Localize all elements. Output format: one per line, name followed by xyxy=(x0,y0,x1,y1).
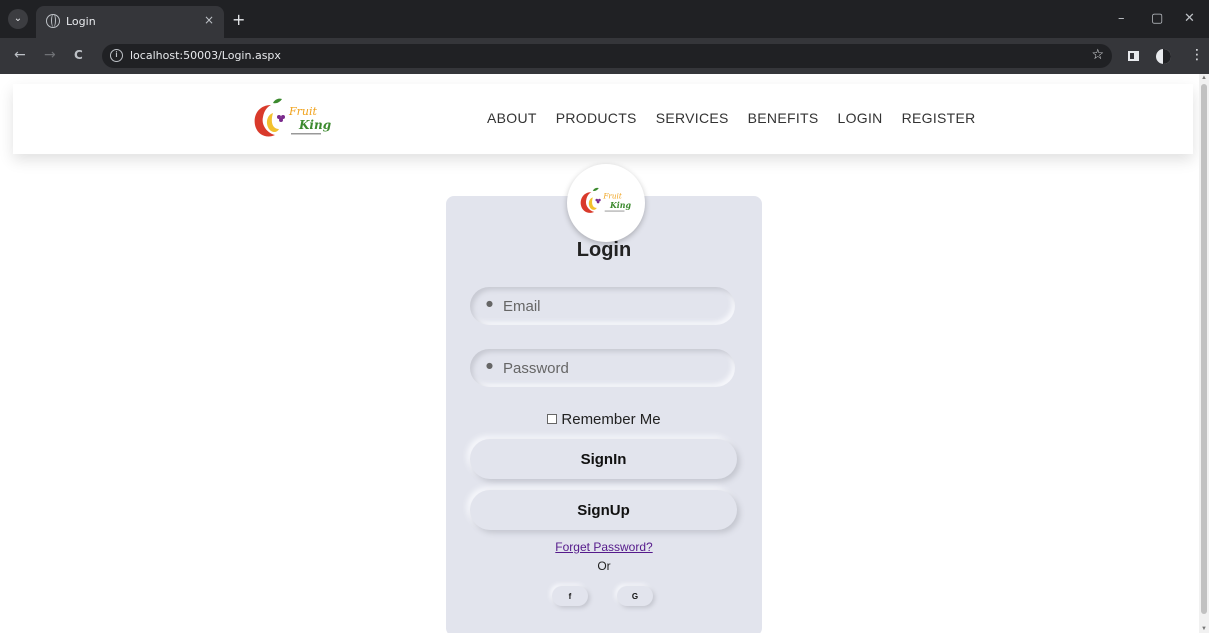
bookmark-star-icon[interactable]: ☆ xyxy=(1091,47,1104,63)
nav-register[interactable]: REGISTER xyxy=(902,110,976,126)
site-info-icon[interactable]: i xyxy=(110,49,123,62)
tab-search-button[interactable]: ⌄ xyxy=(8,9,28,29)
forgot-password: Forget Password? xyxy=(446,540,762,554)
scrollbar-thumb[interactable] xyxy=(1201,84,1207,614)
maximize-button[interactable]: ▢ xyxy=(1151,11,1163,26)
back-arrow-icon[interactable]: ← xyxy=(14,47,26,63)
nav-login[interactable]: LOGIN xyxy=(838,110,883,126)
globe-icon xyxy=(46,14,60,28)
facebook-login-button[interactable]: f xyxy=(552,586,588,606)
remember-me-checkbox[interactable] xyxy=(547,414,558,424)
signup-button[interactable]: SignUp xyxy=(470,490,737,530)
nav-services[interactable]: SERVICES xyxy=(656,110,729,126)
address-bar[interactable]: i localhost:50003/Login.aspx ☆ xyxy=(102,44,1112,68)
site-header: Fruit King ABOUT PRODUCTS SERVICES BENEF… xyxy=(13,84,1193,154)
nav-products[interactable]: PRODUCTS xyxy=(556,110,637,126)
logo-king-text-small: King xyxy=(609,201,632,210)
tab-close-icon[interactable]: × xyxy=(204,13,214,27)
scroll-down-arrow-icon[interactable]: ▼ xyxy=(1201,626,1207,632)
browser-menu-icon[interactable]: ⋮ xyxy=(1190,47,1204,63)
forgot-password-link[interactable]: Forget Password? xyxy=(555,540,652,554)
user-icon: ● xyxy=(486,299,493,308)
nav-about[interactable]: ABOUT xyxy=(487,110,537,126)
remember-me: Remember Me xyxy=(446,411,762,428)
browser-toolbar: ← → C i localhost:50003/Login.aspx ☆ ⋮ xyxy=(0,38,1209,74)
minimize-button[interactable]: – xyxy=(1118,11,1125,26)
browser-tab-bar: ⌄ Login × + – ▢ ✕ xyxy=(0,0,1209,38)
login-title: Login xyxy=(576,239,632,261)
profile-icon[interactable] xyxy=(1156,49,1171,64)
logo-fruit-text: Fruit xyxy=(288,105,317,118)
login-card-logo: Fruit King xyxy=(567,164,645,242)
reload-icon[interactable]: C xyxy=(74,48,83,62)
new-tab-button[interactable]: + xyxy=(232,10,245,29)
or-divider: Or xyxy=(597,559,611,573)
scroll-up-arrow-icon[interactable]: ▲ xyxy=(1201,75,1207,81)
close-window-button[interactable]: ✕ xyxy=(1184,11,1195,26)
logo-fruit-text-small: Fruit xyxy=(602,192,621,201)
password-field[interactable]: ● xyxy=(470,349,735,387)
google-login-button[interactable]: G xyxy=(617,586,653,606)
fruit-king-logo-small: Fruit King xyxy=(580,187,632,213)
fruit-king-logo[interactable]: Fruit King xyxy=(249,97,337,143)
forward-arrow-icon[interactable]: → xyxy=(44,47,56,63)
tab-title: Login xyxy=(66,15,96,28)
page-viewport: Fruit King ABOUT PRODUCTS SERVICES BENEF… xyxy=(0,74,1199,633)
page-scrollbar[interactable]: ▲ ▼ xyxy=(1199,74,1209,633)
signin-button[interactable]: SignIn xyxy=(470,439,737,479)
logo-king-text: King xyxy=(298,118,331,132)
main-nav: ABOUT PRODUCTS SERVICES BENEFITS LOGIN R… xyxy=(487,110,976,126)
side-panel-icon[interactable] xyxy=(1128,51,1139,61)
email-input[interactable] xyxy=(503,287,723,325)
remember-me-label[interactable]: Remember Me xyxy=(561,411,660,428)
password-input[interactable] xyxy=(503,349,723,387)
lock-icon: ● xyxy=(486,361,493,370)
browser-tab[interactable]: Login × xyxy=(36,6,224,38)
email-field[interactable]: ● xyxy=(470,287,735,325)
url-text: localhost:50003/Login.aspx xyxy=(130,49,281,62)
nav-benefits[interactable]: BENEFITS xyxy=(748,110,819,126)
